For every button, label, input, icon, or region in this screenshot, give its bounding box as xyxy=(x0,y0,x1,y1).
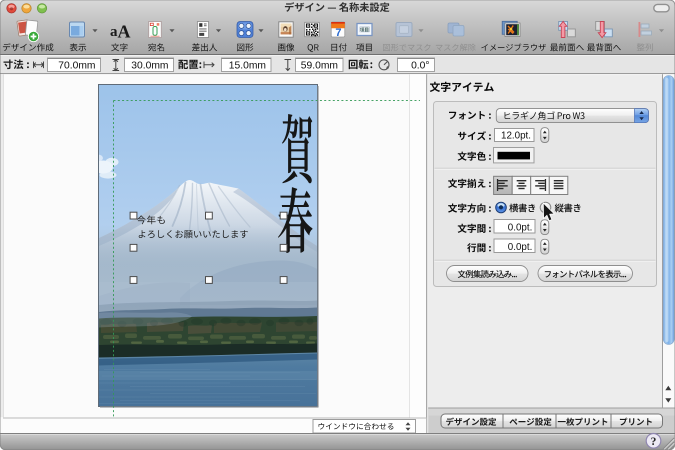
svg-text:15.0mm: 15.0mm xyxy=(229,61,266,72)
svg-text:0.0pt.: 0.0pt. xyxy=(508,222,533,233)
svg-text:70.0mm: 70.0mm xyxy=(58,61,95,72)
svg-text:A: A xyxy=(118,22,131,42)
svg-text:0.0°: 0.0° xyxy=(411,61,429,72)
svg-text:0.0pt.: 0.0pt. xyxy=(508,242,533,253)
svg-text:59.0mm: 59.0mm xyxy=(301,61,338,72)
svg-text:?: ? xyxy=(651,436,657,448)
svg-text:12.0pt.: 12.0pt. xyxy=(501,131,531,142)
svg-text:7: 7 xyxy=(335,27,341,39)
svg-text:30.0mm: 30.0mm xyxy=(131,61,168,72)
